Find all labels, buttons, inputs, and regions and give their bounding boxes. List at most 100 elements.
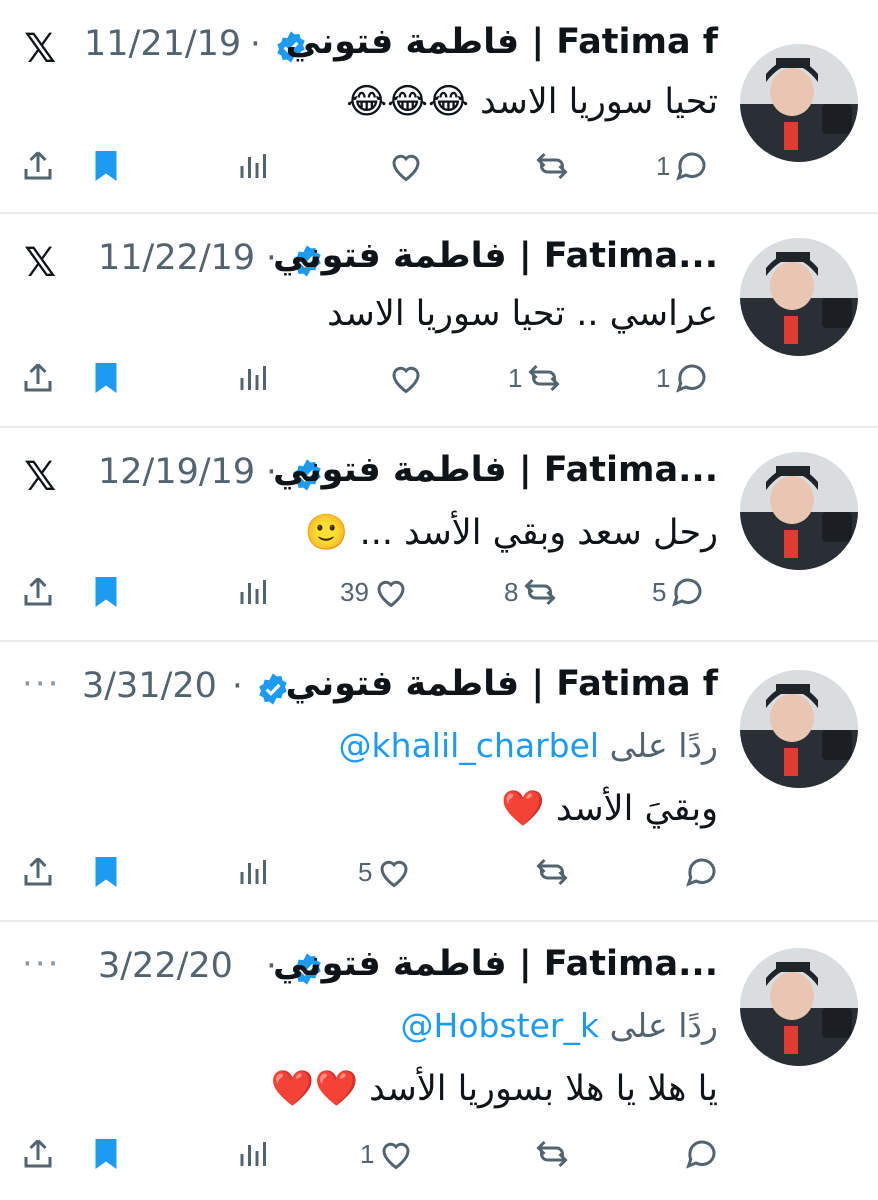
tweet-date[interactable]: 11/21/19 xyxy=(84,24,241,64)
tweet[interactable]: 𝕏 12/19/19 · فاطمة فتوني | Fatima... رحل… xyxy=(0,428,878,642)
reply-prefix: ردًا على xyxy=(609,1006,718,1045)
reply-count: 5 xyxy=(652,576,667,607)
reply-context: ردًا على @khalil_charbel xyxy=(339,726,718,765)
tweet[interactable]: ··· 3/22/20 · فاطمة فتوني | Fatima... رد… xyxy=(0,922,878,1200)
tweet[interactable]: 𝕏 11/22/19 · فاطمة فتوني | Fatima... عرا… xyxy=(0,214,878,428)
reply-icon xyxy=(686,1140,716,1169)
tweet-date[interactable]: 12/19/19 xyxy=(98,452,255,492)
tweet-text: رحل سعد وبقي الأسد ... 🙂 xyxy=(304,513,718,553)
retweet-count: 1 xyxy=(508,362,523,393)
retweet-button[interactable] xyxy=(530,1124,570,1184)
like-button[interactable]: 39 xyxy=(340,562,409,622)
more-options-icon[interactable]: ··· xyxy=(22,944,60,984)
reply-button[interactable]: 5 xyxy=(652,562,706,622)
retweet-icon xyxy=(524,578,557,606)
retweet-icon xyxy=(536,1140,568,1168)
share-button[interactable] xyxy=(20,1124,56,1184)
views-button[interactable] xyxy=(236,348,272,408)
like-button[interactable]: 5 xyxy=(358,842,412,902)
tweet-date[interactable]: 11/22/19 xyxy=(98,238,255,278)
like-icon xyxy=(380,860,408,888)
reply-count: 1 xyxy=(656,362,671,393)
views-icon xyxy=(240,580,266,604)
like-icon xyxy=(392,154,420,182)
share-button[interactable] xyxy=(20,562,56,622)
reply-icon xyxy=(676,152,706,181)
mention-link[interactable]: @Hobster_k xyxy=(401,1006,600,1045)
retweet-icon xyxy=(536,858,568,886)
tweet[interactable]: 𝕏 11/21/19 · فاطمة فتوني | Fatima f تحيا… xyxy=(0,0,878,214)
x-logo-icon[interactable]: 𝕏 xyxy=(24,454,56,500)
display-name[interactable]: فاطمة فتوني | Fatima f xyxy=(286,664,718,704)
reply-prefix: ردًا على xyxy=(609,726,718,765)
tweet-header: 𝕏 12/19/19 · فاطمة فتوني | Fatima... xyxy=(20,450,718,500)
tweet-header: ··· 3/31/20 · فاطمة فتوني | Fatima f xyxy=(20,664,718,714)
reply-button[interactable]: 1 xyxy=(656,348,710,408)
display-name[interactable]: فاطمة فتوني | Fatima f xyxy=(286,22,718,62)
avatar[interactable] xyxy=(740,238,858,356)
bookmark-button[interactable] xyxy=(88,842,124,902)
tweet[interactable]: ··· 3/31/20 · فاطمة فتوني | Fatima f ردً… xyxy=(0,642,878,922)
avatar[interactable] xyxy=(740,670,858,788)
bookmark-icon xyxy=(95,577,117,607)
reply-context: ردًا على @Hobster_k xyxy=(401,1006,719,1045)
tweet-text: يا هلا يا هلا بسوريا الأسد ❤️❤️ xyxy=(270,1069,718,1109)
more-options-icon[interactable]: ··· xyxy=(22,664,60,704)
reply-button[interactable] xyxy=(680,1124,720,1184)
retweet-icon xyxy=(528,364,561,392)
retweet-button[interactable] xyxy=(530,842,570,902)
bookmark-icon xyxy=(95,151,117,181)
bookmark-icon xyxy=(95,857,117,887)
share-button[interactable] xyxy=(20,842,56,902)
reply-icon xyxy=(676,364,706,393)
views-icon xyxy=(240,1142,266,1166)
like-button[interactable] xyxy=(384,136,424,196)
reply-icon xyxy=(672,578,702,607)
retweet-button[interactable]: 1 xyxy=(508,348,562,408)
views-button[interactable] xyxy=(236,136,272,196)
reply-button[interactable]: 1 xyxy=(656,136,710,196)
x-logo-icon[interactable]: 𝕏 xyxy=(24,240,56,286)
x-logo-icon[interactable]: 𝕏 xyxy=(24,26,56,72)
separator: · xyxy=(250,24,261,64)
mention-link[interactable]: @khalil_charbel xyxy=(339,726,600,765)
like-icon xyxy=(382,1142,410,1170)
like-button[interactable] xyxy=(384,348,424,408)
bookmark-button[interactable] xyxy=(88,348,124,408)
tweet-text: عراسي .. تحيا سوريا الاسد xyxy=(327,294,718,334)
tweet-header: ··· 3/22/20 · فاطمة فتوني | Fatima... xyxy=(20,944,718,994)
bookmark-button[interactable] xyxy=(88,136,124,196)
avatar[interactable] xyxy=(740,452,858,570)
like-count: 39 xyxy=(340,576,369,607)
share-icon xyxy=(24,363,52,392)
retweet-button[interactable] xyxy=(530,136,570,196)
views-icon xyxy=(240,860,266,884)
like-button[interactable]: 1 xyxy=(360,1124,414,1184)
like-icon xyxy=(392,366,420,394)
display-name[interactable]: فاطمة فتوني | Fatima... xyxy=(273,944,718,984)
retweet-button[interactable]: 8 xyxy=(504,562,558,622)
reply-button[interactable] xyxy=(680,842,720,902)
share-button[interactable] xyxy=(20,136,56,196)
like-count: 5 xyxy=(358,856,373,887)
share-icon xyxy=(24,857,52,886)
tweet-date[interactable]: 3/31/20 xyxy=(82,666,217,706)
tweet-header: 𝕏 11/22/19 · فاطمة فتوني | Fatima... xyxy=(20,236,718,286)
retweet-icon xyxy=(536,152,568,180)
bookmark-button[interactable] xyxy=(88,562,124,622)
views-button[interactable] xyxy=(236,842,272,902)
action-bar: 39 8 5 xyxy=(0,562,878,622)
tweet-date[interactable]: 3/22/20 xyxy=(98,946,233,986)
views-icon xyxy=(240,366,266,390)
display-name[interactable]: فاطمة فتوني | Fatima... xyxy=(273,236,718,276)
views-button[interactable] xyxy=(236,1124,272,1184)
reply-icon xyxy=(686,858,716,887)
like-icon xyxy=(377,580,405,608)
avatar[interactable] xyxy=(740,948,858,1066)
views-button[interactable] xyxy=(236,562,272,622)
bookmark-icon xyxy=(95,363,117,393)
share-button[interactable] xyxy=(20,348,56,408)
share-icon xyxy=(24,151,52,180)
display-name[interactable]: فاطمة فتوني | Fatima... xyxy=(273,450,718,490)
bookmark-button[interactable] xyxy=(88,1124,124,1184)
